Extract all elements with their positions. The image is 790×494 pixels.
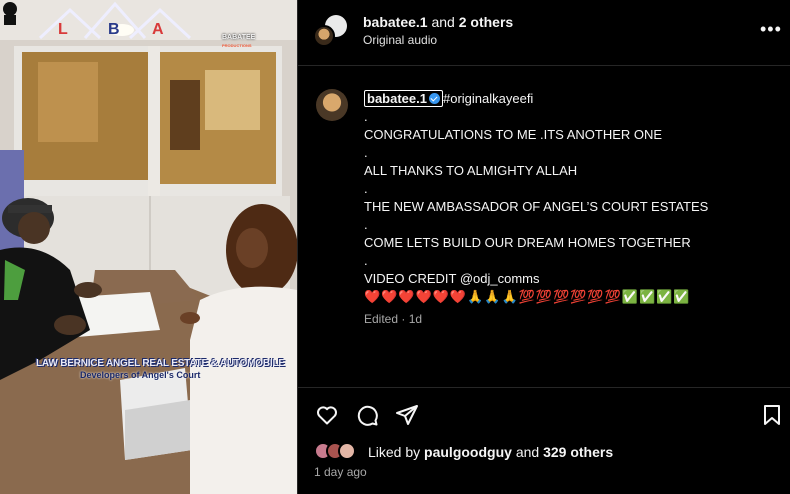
caption-line: . (364, 181, 368, 196)
svg-text:A: A (152, 21, 164, 38)
caption-line: . (364, 217, 368, 232)
caption-line: . (364, 109, 368, 124)
audio-link[interactable]: Original audio (363, 33, 437, 47)
caption-line: THE NEW AMBASSADOR OF ANGEL’S COURT ESTA… (364, 199, 709, 214)
caption-line: ALL THANKS TO ALMIGHTY ALLAH (364, 163, 578, 178)
bookmark-icon[interactable] (760, 403, 784, 427)
company-name: LAW BERNICE ANGEL REAL ESTATE & AUTOMOBI… (36, 358, 285, 369)
caption-body: babatee.1 #originalkayeefi . CONGRATULATI… (364, 90, 774, 328)
company-tagline: Developers of Angel's Court (80, 370, 201, 380)
liked-by-and: and (515, 444, 540, 460)
company-logo-icon: L B A (38, 1, 192, 40)
more-icon[interactable]: ••• (760, 20, 782, 38)
svg-text:B: B (108, 21, 120, 38)
caption-first-line: babatee.1 #originalkayeefi (364, 90, 774, 108)
watermark-subtitle: PRODUCTIONS (222, 43, 252, 48)
post-time-link[interactable]: 1 day ago (314, 465, 367, 479)
caption-emojis: ❤️❤️❤️❤️❤️❤️🙏🙏🙏💯💯💯💯💯💯✅✅✅✅ (364, 289, 691, 304)
verified-badge-icon (428, 93, 440, 104)
post-header: babatee.1 and 2 others Original audio ••… (298, 0, 790, 66)
liked-by-prefix: Liked by (368, 444, 421, 460)
likes-count-link[interactable]: 329 others (543, 444, 613, 460)
collaborators-link[interactable]: 2 others (459, 14, 513, 30)
caption-section: babatee.1 #originalkayeefi . CONGRATULATI… (298, 66, 790, 388)
caption-line: CONGRATULATIONS TO ME .ITS ANOTHER ONE (364, 127, 663, 142)
watermark-title: BABATEE (222, 34, 256, 41)
svg-text:L: L (58, 21, 68, 38)
post-sidebar: babatee.1 and 2 others Original audio ••… (297, 0, 790, 494)
caption-line: . (364, 145, 368, 160)
post-author-line: babatee.1 and 2 others (363, 14, 513, 30)
caption-line: VIDEO CREDIT @odj_comms (364, 271, 540, 286)
caption-username-link[interactable]: babatee.1 (364, 90, 443, 107)
share-icon[interactable] (395, 403, 419, 427)
heart-icon[interactable] (315, 403, 339, 427)
avatar (313, 25, 335, 47)
caption-line: COME LETS BUILD OUR DREAM HOMES TOGETHER (364, 235, 691, 250)
post-actions: Liked by paulgoodguy and 329 others 1 da… (298, 388, 790, 494)
comment-icon[interactable] (355, 403, 379, 427)
avatar (338, 442, 356, 460)
caption-line: . (364, 253, 368, 268)
caption-hashtag-link[interactable]: #originalkayeefi (443, 91, 533, 106)
video-frame-illustration (0, 0, 297, 494)
collab-avatars[interactable] (313, 15, 347, 49)
author-username-link[interactable]: babatee.1 (363, 14, 428, 30)
caption-username: babatee.1 (367, 91, 427, 106)
liked-by-text: Liked by paulgoodguy and 329 others (368, 444, 613, 460)
and-text: and (431, 14, 455, 30)
edited-timestamp: Edited · 1d (364, 312, 423, 326)
avatar[interactable] (316, 89, 348, 121)
post-media[interactable]: BABATEE PRODUCTIONS L B A LAW BERNICE AN… (0, 0, 297, 494)
liked-by-user-link[interactable]: paulgoodguy (424, 444, 512, 460)
